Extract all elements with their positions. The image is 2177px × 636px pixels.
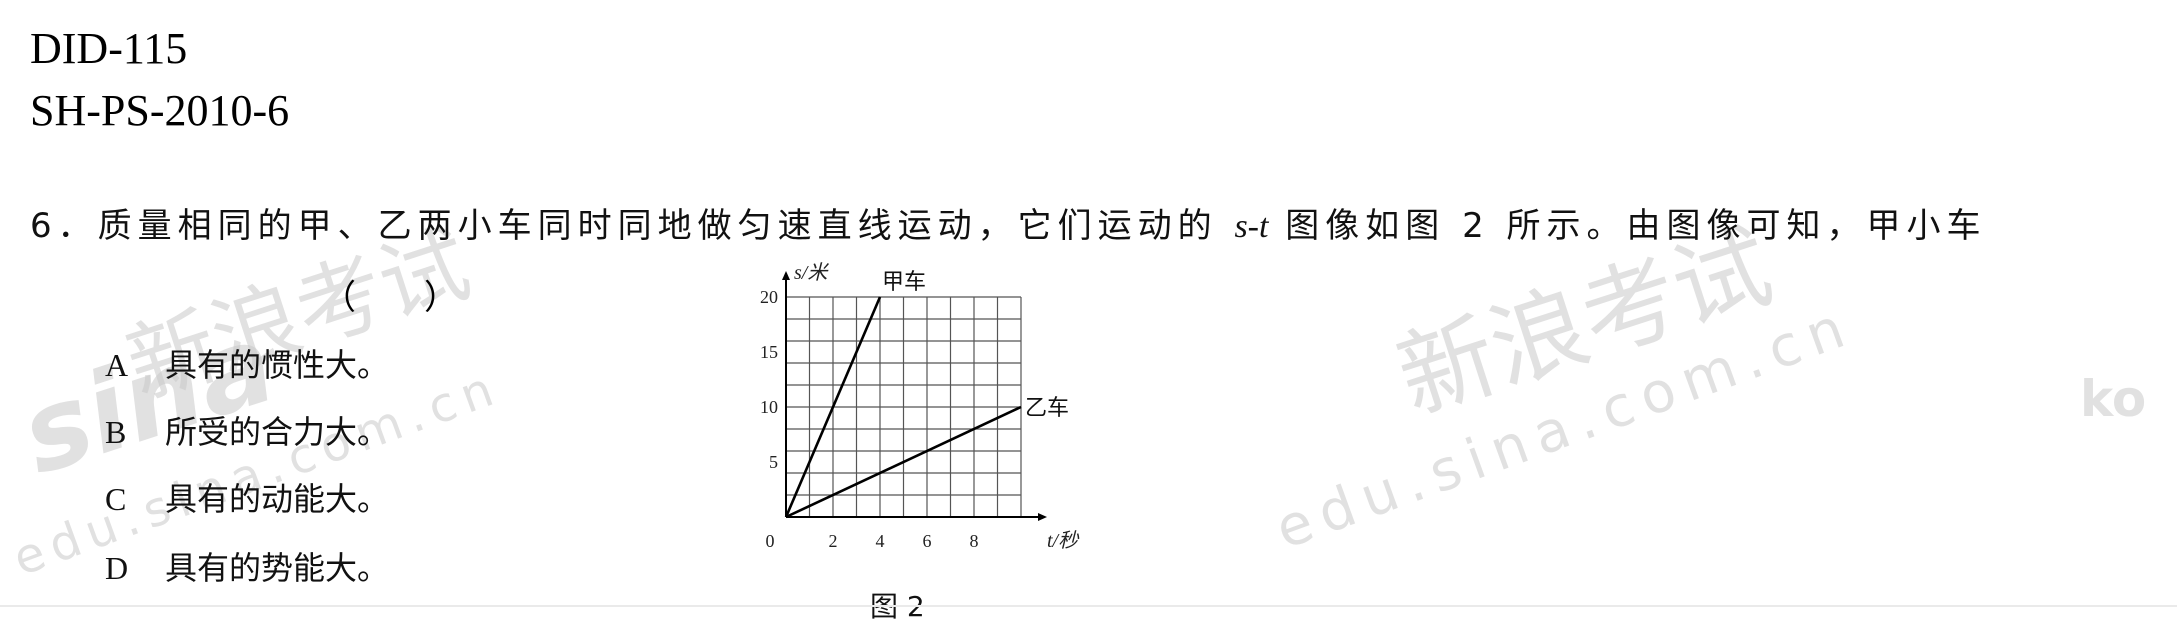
option-letter: A xyxy=(105,347,129,383)
series-label: 乙车 xyxy=(1025,396,1069,421)
option-text: 所受的合力大。 xyxy=(165,413,390,451)
y-tick-label: 10 xyxy=(760,397,778,417)
series-label: 甲车 xyxy=(882,270,926,295)
x-axis-arrow xyxy=(1038,513,1047,521)
option-text: 具有的动能大。 xyxy=(165,480,390,518)
option-a: A 具有的惯性大。 xyxy=(105,340,389,386)
y-tick-label: 15 xyxy=(760,342,778,362)
document-code: SH-PS-2010-6 xyxy=(30,86,290,135)
question-text-start: 6．质量相同的甲、乙两小车同时同地做匀速直线运动，它们运动的 xyxy=(30,206,1218,246)
option-letter: B xyxy=(105,414,127,450)
chart-grid xyxy=(786,296,1022,517)
option-b: B 所受的合力大。 xyxy=(105,407,389,453)
option-c: C 具有的动能大。 xyxy=(105,474,389,520)
st-graph: 0 2 4 6 8 5 10 15 20 t/秒 s/米 甲车乙车 xyxy=(760,262,1080,552)
question-text-end: 图像如图 2 所示。由图像可知，甲小车 xyxy=(1285,206,1987,246)
option-text: 具有的惯性大。 xyxy=(165,346,390,384)
x-tick-label: 8 xyxy=(970,531,979,551)
document-id: DID-115 xyxy=(30,24,188,73)
y-tick-label: 5 xyxy=(769,452,778,472)
document-header: DID-115 SH-PS-2010-6 xyxy=(30,18,289,142)
y-axis-label: s/米 xyxy=(794,262,829,284)
option-letter: D xyxy=(105,550,129,586)
x-axis-label: t/秒 xyxy=(1047,530,1080,552)
question-stem: 6．质量相同的甲、乙两小车同时同地做匀速直线运动，它们运动的 s-t 图像如图 … xyxy=(30,198,1987,247)
x-tick-label: 0 xyxy=(766,531,775,551)
option-text: 具有的势能大。 xyxy=(165,549,390,587)
option-d: D 具有的势能大。 xyxy=(105,543,389,589)
chart-axes xyxy=(782,271,1047,521)
y-axis-arrow xyxy=(782,271,790,280)
option-letter: C xyxy=(105,481,127,517)
st-symbol: s-t xyxy=(1234,208,1269,245)
answer-blank: （ ） xyxy=(322,278,458,318)
x-tick-label: 4 xyxy=(876,531,885,551)
x-tick-label: 2 xyxy=(829,531,838,551)
page: { "header": { "line1": "DID-115", "line2… xyxy=(0,0,2177,636)
y-tick-label: 20 xyxy=(760,287,778,307)
divider xyxy=(0,605,2177,607)
watermark-text: ko xyxy=(2080,370,2147,428)
x-tick-label: 6 xyxy=(923,531,932,551)
